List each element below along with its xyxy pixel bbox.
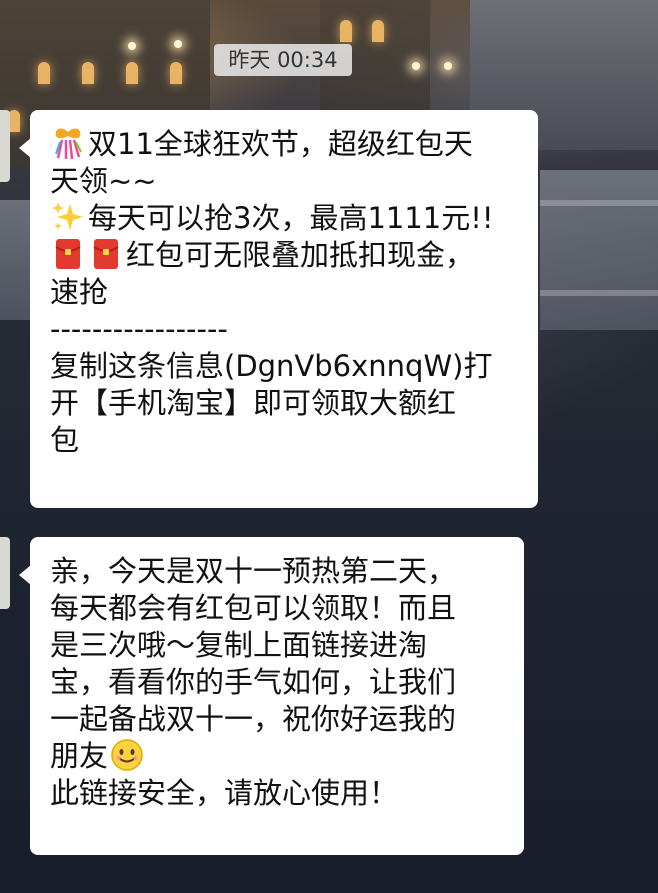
wallpaper-window: [126, 62, 138, 84]
message-bubble[interactable]: 双11全球狂欢节，超级红包天 天领~~ 每天可以抢3次，最高1111元!! 红包: [19, 110, 538, 508]
sender-avatar[interactable]: [0, 537, 10, 609]
sender-avatar[interactable]: [0, 110, 10, 182]
timestamp-label: 昨天 00:34: [214, 44, 352, 76]
message-line: 开【手机淘宝】即可领取大额红: [50, 386, 457, 420]
message-line: 红包可无限叠加抵扣现金，: [50, 237, 520, 274]
ribbon-gift-icon: [50, 126, 86, 160]
message-line: 宝，看看你的手气如何，让我们: [50, 665, 457, 699]
message-bubble[interactable]: 亲，今天是双十一预热第二天， 每天都会有红包可以领取！而且 是三次哦～复制上面链…: [19, 537, 524, 855]
wallpaper-window: [38, 62, 50, 84]
sparkles-icon: [50, 200, 86, 234]
wallpaper-roof: [0, 200, 30, 320]
wallpaper-ledge: [540, 200, 658, 206]
message-line: 每天可以抢3次，最高1111元!!: [50, 200, 520, 237]
message-text: 红包可无限叠加抵扣现金，: [126, 238, 475, 272]
message-line: 朋友: [50, 738, 506, 775]
wallpaper-lamp: [128, 42, 136, 50]
red-envelope-icon: [50, 237, 86, 271]
message-divider: -----------------: [50, 312, 228, 346]
message-text: 双11全球狂欢节，超级红包天: [88, 127, 473, 161]
message-line: 速抢: [50, 275, 109, 309]
wallpaper-lamp: [444, 62, 452, 70]
wallpaper-lamp: [412, 62, 420, 70]
message-text: 每天可以抢3次，最高1111元!!: [88, 201, 494, 235]
wallpaper-window: [170, 62, 182, 84]
message-line: 此链接安全，请放心使用！: [50, 776, 399, 810]
red-envelope-icon: [88, 237, 124, 271]
message-line: 每天都会有红包可以领取！而且: [50, 591, 457, 625]
wallpaper-lamp: [174, 40, 182, 48]
wallpaper-window: [82, 62, 94, 84]
wallpaper-roof: [540, 170, 658, 330]
message-line: 天领~~: [50, 164, 157, 198]
wallpaper-ledge: [540, 290, 658, 296]
message-line: 一起备战双十一，祝你好运我的: [50, 702, 457, 736]
message-line: 双11全球狂欢节，超级红包天: [50, 126, 520, 163]
message-line: 是三次哦～复制上面链接进淘: [50, 628, 428, 662]
wallpaper-window: [372, 20, 384, 42]
wallpaper-window: [340, 20, 352, 42]
message-text: 朋友: [50, 739, 109, 773]
smiling-face-icon: [110, 738, 144, 772]
message-line: 包: [50, 423, 80, 457]
message-line: 复制这条信息(DgnVb6xnnqW)打: [50, 349, 493, 383]
message-line: 亲，今天是双十一预热第二天，: [50, 554, 457, 588]
